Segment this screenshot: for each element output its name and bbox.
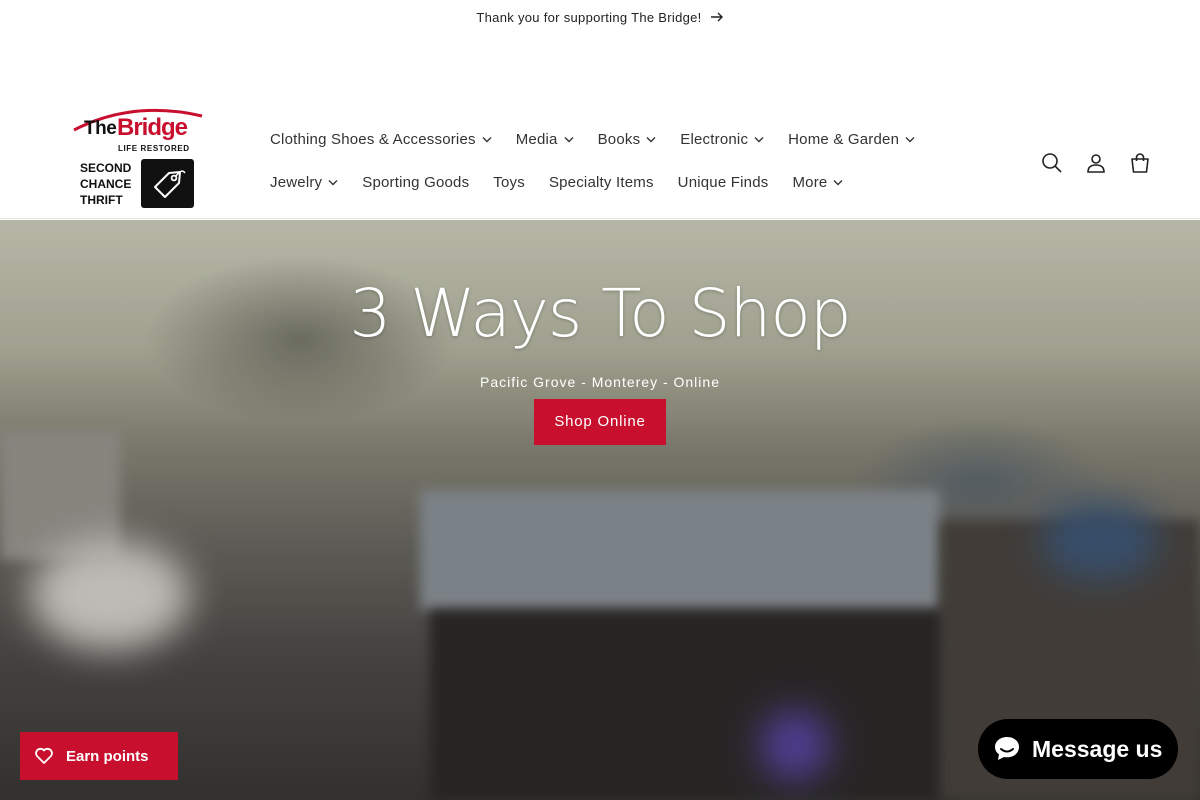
nav-item-label: More [792, 174, 828, 191]
chevron-down-icon [833, 180, 843, 186]
chevron-down-icon [564, 137, 574, 143]
cart-button[interactable] [1126, 141, 1154, 185]
hero-subtitle: Pacific Grove - Monterey - Online [480, 374, 720, 390]
nav-item-unique-finds[interactable]: Unique Finds [666, 174, 781, 191]
nav-item-label: Jewelry [270, 174, 323, 191]
heart-icon [35, 747, 53, 764]
earn-points-button[interactable]: Earn points [20, 732, 178, 780]
header-actions [1038, 141, 1154, 185]
logo-bridge: Bridge [117, 114, 188, 141]
nav-item-label: Home & Garden [788, 131, 900, 148]
chat-bubble-icon [995, 737, 1019, 760]
logo-the: The [84, 118, 117, 139]
site-logo[interactable]: The Bridge LIFE RESTORED SECOND CHANCE T… [70, 106, 205, 210]
account-icon [1087, 154, 1105, 173]
nav-item-label: Electronic [680, 131, 749, 148]
nav-item-label: Clothing Shoes & Accessories [270, 131, 476, 148]
nav-row-1: Clothing Shoes & Accessories Media Books El… [258, 118, 978, 161]
chevron-down-icon [754, 137, 764, 143]
chevron-down-icon [328, 180, 338, 186]
nav-item-label: Books [597, 131, 641, 148]
logo-line3: THRIFT [80, 193, 123, 207]
chevron-down-icon [905, 137, 915, 143]
search-icon [1042, 153, 1062, 173]
nav-item-sporting-goods[interactable]: Sporting Goods [350, 174, 481, 191]
nav-item-specialty-items[interactable]: Specialty Items [537, 174, 666, 191]
nav-row-2: Jewelry Sporting Goods Toys Specialty Items… [258, 161, 978, 204]
logo-tagline: LIFE RESTORED [118, 144, 190, 153]
nav-item-label: Toys [493, 174, 525, 191]
chevron-down-icon [482, 137, 492, 143]
message-us-label: Message us [1032, 735, 1163, 762]
search-button[interactable] [1038, 141, 1066, 185]
logo-tag-box [141, 159, 194, 208]
price-tag-icon [154, 170, 186, 198]
nav-item-toys[interactable]: Toys [481, 174, 537, 191]
announcement-text: Thank you for supporting The Bridge! [476, 9, 702, 25]
chevron-down-icon [646, 137, 656, 143]
earn-points-label: Earn points [66, 747, 149, 765]
shop-online-button[interactable]: Shop Online [534, 399, 666, 445]
nav-item-books[interactable]: Books [586, 131, 669, 148]
nav-item-label: Media [515, 131, 558, 148]
announcement-bar[interactable]: Thank you for supporting The Bridge! [0, 0, 1200, 34]
arrow-right-icon [710, 12, 723, 22]
nav-item-electronic[interactable]: Electronic [668, 131, 776, 148]
logo-line1: SECOND [80, 161, 132, 175]
nav-item-label: Unique Finds [677, 174, 769, 191]
nav-item-jewelry[interactable]: Jewelry [258, 174, 350, 191]
nav-item-clothing-shoes-accessories[interactable]: Clothing Shoes & Accessories [258, 131, 504, 148]
message-us-button[interactable]: Message us [978, 719, 1178, 779]
nav-item-label: Sporting Goods [362, 174, 470, 191]
nav-item-label: Specialty Items [548, 174, 654, 191]
hero-title: 3 Ways To Shop [349, 275, 851, 352]
logo-second-chance-thrift: SECOND CHANCE THRIFT [80, 160, 131, 208]
hero-content: 3 Ways To Shop Pacific Grove - Monterey … [0, 275, 1200, 445]
hero-banner: 3 Ways To Shop Pacific Grove - Monterey … [0, 220, 1200, 800]
logo-line2: CHANCE [80, 177, 132, 191]
account-button[interactable] [1082, 141, 1110, 185]
main-nav: Clothing Shoes & Accessories Media Books El… [258, 118, 978, 204]
nav-item-home-garden[interactable]: Home & Garden [776, 131, 927, 148]
nav-item-more[interactable]: More [780, 174, 855, 191]
site-header: The Bridge LIFE RESTORED SECOND CHANCE T… [0, 34, 1200, 219]
cart-icon [1131, 153, 1149, 173]
nav-item-media[interactable]: Media [504, 131, 586, 148]
